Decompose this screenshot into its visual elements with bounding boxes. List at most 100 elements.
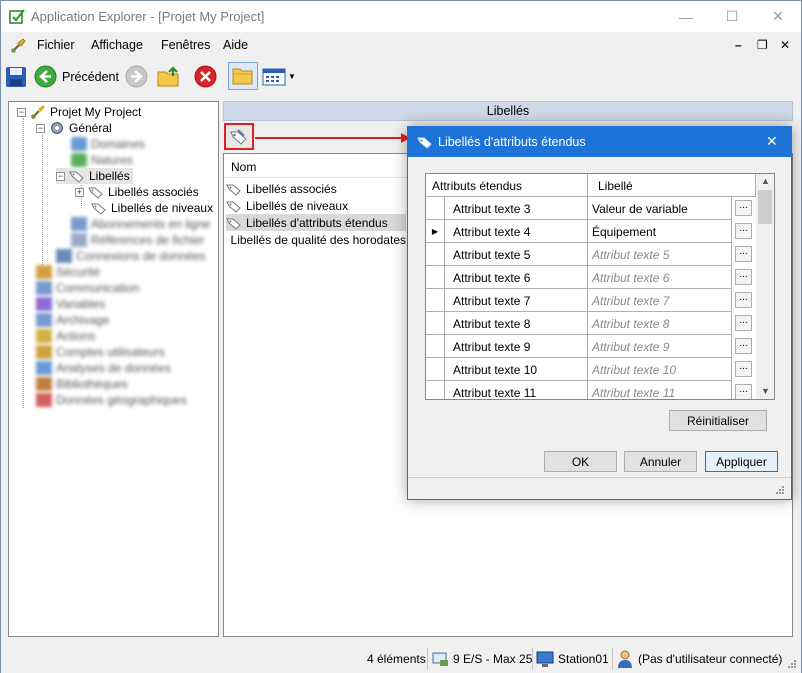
tree-node-blurred[interactable]: Abonnements en ligne <box>71 216 210 232</box>
ellipsis-button[interactable]: ... <box>735 246 752 262</box>
current-row-indicator[interactable]: ▶ <box>426 220 445 243</box>
mdi-close-button[interactable]: ✕ <box>780 38 790 52</box>
column-header-libelle[interactable]: Libellé <box>588 174 756 197</box>
menu-aide[interactable]: Aide <box>223 38 248 52</box>
tree-node-blurred[interactable]: Sécurité <box>36 264 100 280</box>
cancel-button[interactable]: Annuler <box>624 451 697 472</box>
column-header-attributes[interactable]: Attributs étendus <box>426 174 588 197</box>
delete-button[interactable] <box>194 64 217 89</box>
scroll-down-icon[interactable]: ▼ <box>761 386 770 396</box>
list-item[interactable]: Libellés de niveaux <box>226 197 406 214</box>
mdi-restore-button[interactable]: ❐ <box>757 38 768 52</box>
ok-button[interactable]: OK <box>544 451 617 472</box>
close-window-button[interactable]: ✕ <box>755 1 801 32</box>
label-cell[interactable]: Attribut texte 7 <box>588 289 732 312</box>
collapse-toggle[interactable]: − <box>17 107 26 117</box>
label-cell[interactable]: Attribut texte 6 <box>588 266 732 289</box>
grid-scrollbar[interactable]: ▲ ▼ <box>756 174 774 399</box>
scrollbar-thumb[interactable] <box>758 190 772 224</box>
grid-row[interactable]: Attribut texte 3 Valeur de variable... <box>426 197 756 220</box>
column-header-nom[interactable]: Nom <box>224 154 409 178</box>
row-header[interactable] <box>426 197 445 220</box>
grid-row[interactable]: Attribut texte 7 Attribut texte 7... <box>426 289 756 312</box>
reset-button[interactable]: Réinitialiser <box>669 410 767 431</box>
folders-view-toggle[interactable] <box>228 62 258 90</box>
label-cell[interactable]: Équipement <box>588 220 732 243</box>
row-header[interactable] <box>426 358 445 381</box>
menu-affichage[interactable]: Affichage <box>91 38 143 52</box>
label-cell[interactable]: Attribut texte 5 <box>588 243 732 266</box>
grid-row[interactable]: Attribut texte 8 Attribut texte 8... <box>426 312 756 335</box>
tree-node-blurred[interactable]: Actions <box>36 328 95 344</box>
tree-node-blurred[interactable]: Domaines <box>71 136 145 152</box>
apply-button[interactable]: Appliquer <box>705 451 778 472</box>
grid-row[interactable]: ▶ Attribut texte 4 Équipement... <box>426 220 756 243</box>
ellipsis-button[interactable]: ... <box>735 200 752 216</box>
tree-node-blurred[interactable]: Connexions de données <box>56 248 205 264</box>
tree-node-blurred[interactable]: Communication <box>36 280 139 296</box>
scroll-up-icon[interactable]: ▲ <box>761 176 770 186</box>
label-cell[interactable]: Attribut texte 8 <box>588 312 732 335</box>
view-mode-dropdown[interactable]: ▼ <box>262 64 296 89</box>
tree-node-blurred[interactable]: Bibliothèques <box>36 376 128 392</box>
security-icon <box>36 265 52 279</box>
resize-grip-icon[interactable] <box>787 659 797 669</box>
maximize-button[interactable]: ☐ <box>709 1 755 32</box>
row-header[interactable] <box>426 335 445 358</box>
tree-node-blurred[interactable]: Données géographiques <box>36 392 187 408</box>
tree-node-project[interactable]: − Projet My Project <box>17 104 141 120</box>
grid-row[interactable]: Attribut texte 11 Attribut texte 11... <box>426 381 756 399</box>
menu-fichier[interactable]: Fichier <box>37 38 75 52</box>
tree-node-libelles[interactable]: − Libellés <box>56 168 133 184</box>
mdi-minimize-button[interactable]: – <box>735 38 742 52</box>
expand-toggle[interactable]: + <box>75 187 84 197</box>
tree-node-blurred[interactable]: Analyses de données <box>36 360 171 376</box>
edit-labels-button[interactable] <box>224 123 254 150</box>
list-item[interactable]: Libellés de qualité des horodates <box>226 231 406 248</box>
row-header[interactable] <box>426 243 445 266</box>
tree-node-libelles-associes[interactable]: + Libellés associés <box>75 184 199 200</box>
ellipsis-button[interactable]: ... <box>735 384 752 399</box>
tree-node-blurred[interactable]: Références de fichier <box>71 232 204 248</box>
ellipsis-button[interactable]: ... <box>735 361 752 377</box>
station-monitor-icon <box>536 651 554 667</box>
menu-fenetres[interactable]: Fenêtres <box>161 38 210 52</box>
back-button[interactable]: Précédent <box>34 64 119 89</box>
grid-row[interactable]: Attribut texte 5 Attribut texte 5... <box>426 243 756 266</box>
tree-node-blurred[interactable]: Comptes utilisateurs <box>36 344 165 360</box>
tree-node-general[interactable]: − Général <box>36 120 112 136</box>
attribute-cell: Attribut texte 6 <box>445 266 588 289</box>
grid-row[interactable]: Attribut texte 9 Attribut texte 9... <box>426 335 756 358</box>
tree-node-libelles-niveaux[interactable]: Libellés de niveaux <box>91 200 213 216</box>
ellipsis-button[interactable]: ... <box>735 223 752 239</box>
minimize-button[interactable]: — <box>663 1 709 32</box>
ellipsis-button[interactable]: ... <box>735 338 752 354</box>
dialog-status-strip <box>408 477 791 499</box>
ellipsis-button[interactable]: ... <box>735 269 752 285</box>
row-header[interactable] <box>426 381 445 399</box>
ellipsis-button[interactable]: ... <box>735 292 752 308</box>
collapse-toggle[interactable]: − <box>56 171 65 181</box>
label-cell[interactable]: Valeur de variable <box>588 197 732 220</box>
grid-row[interactable]: Attribut texte 6 Attribut texte 6... <box>426 266 756 289</box>
up-folder-button[interactable] <box>157 64 181 89</box>
row-header[interactable] <box>426 289 445 312</box>
tree-node-blurred[interactable]: Archivage <box>36 312 109 328</box>
tree-node-blurred[interactable]: Variables <box>36 296 105 312</box>
attribute-cell: Attribut texte 8 <box>445 312 588 335</box>
label-cell[interactable]: Attribut texte 11 <box>588 381 732 399</box>
list-item-selected[interactable]: Libellés d'attributs étendus <box>226 214 406 231</box>
list-item[interactable]: Libellés associés <box>226 180 406 197</box>
row-header[interactable] <box>426 266 445 289</box>
resize-grip-icon[interactable] <box>775 485 785 495</box>
row-header[interactable] <box>426 312 445 335</box>
grid-row[interactable]: Attribut texte 10 Attribut texte 10... <box>426 358 756 381</box>
label-cell[interactable]: Attribut texte 9 <box>588 335 732 358</box>
save-button[interactable] <box>5 64 27 89</box>
forward-button[interactable] <box>125 64 148 89</box>
ellipsis-button[interactable]: ... <box>735 315 752 331</box>
label-cell[interactable]: Attribut texte 10 <box>588 358 732 381</box>
tree-node-blurred[interactable]: Natures <box>71 152 133 168</box>
dialog-close-button[interactable]: ✕ <box>766 133 778 150</box>
collapse-toggle[interactable]: − <box>36 123 45 133</box>
